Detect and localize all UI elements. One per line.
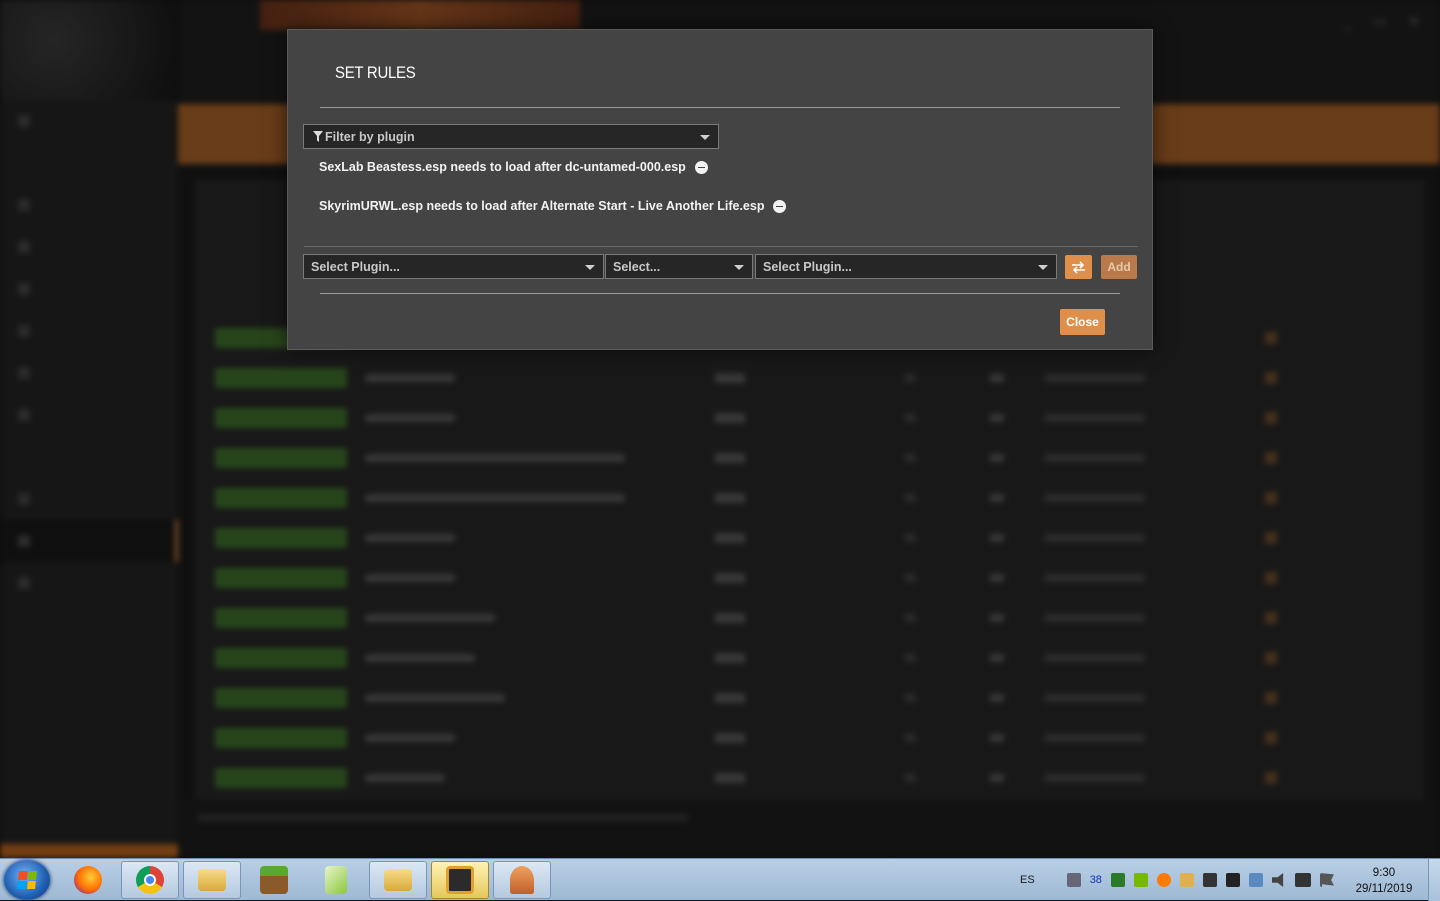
- nvidia-icon[interactable]: [1133, 873, 1148, 887]
- notepad-icon: [325, 866, 347, 894]
- action-center-flag-icon[interactable]: [1319, 873, 1334, 887]
- file-explorer-icon: [384, 869, 412, 891]
- chevron-down-icon: [734, 265, 744, 270]
- file-explorer-icon: [198, 869, 226, 891]
- filter-by-plugin-dropdown[interactable]: Filter by plugin: [303, 124, 719, 149]
- divider: [320, 293, 1120, 294]
- filter-placeholder: Filter by plugin: [325, 129, 415, 144]
- rule-item: SexLab Beastess.esp needs to load after …: [319, 160, 708, 174]
- chevron-down-icon: [700, 135, 710, 140]
- taskbar-minecraft[interactable]: [245, 861, 303, 899]
- divider: [320, 107, 1120, 108]
- cloud-tray-icon[interactable]: [1179, 873, 1194, 887]
- network-icon[interactable]: [1294, 873, 1311, 887]
- select-placeholder: Select...: [613, 259, 661, 274]
- taskbar-notepad[interactable]: [307, 861, 365, 899]
- monitor-tray-icon[interactable]: [1110, 873, 1125, 887]
- app-tray-icon[interactable]: [1248, 873, 1263, 887]
- taskbar-firefox[interactable]: [59, 861, 117, 899]
- taskbar-chrome[interactable]: [121, 861, 179, 899]
- swap-plugins-button[interactable]: [1065, 255, 1092, 279]
- taskbar-tornado-app[interactable]: [493, 861, 551, 899]
- volume-icon[interactable]: [1271, 873, 1284, 887]
- rule-text: SkyrimURWL.esp needs to load after Alter…: [319, 199, 765, 213]
- avast-icon[interactable]: [1156, 873, 1171, 887]
- chevron-down-icon: [585, 265, 595, 270]
- chrome-icon: [136, 866, 164, 894]
- taskbar-file-explorer[interactable]: [183, 861, 241, 899]
- mod-manager-icon: [446, 866, 474, 894]
- tray-badge[interactable]: 38: [1090, 874, 1102, 886]
- select-placeholder: Select Plugin...: [763, 259, 852, 274]
- rule-text: SexLab Beastess.esp needs to load after …: [319, 160, 686, 174]
- language-indicator[interactable]: ES: [1020, 874, 1035, 886]
- filter-icon: [313, 131, 323, 142]
- firefox-icon: [74, 866, 102, 894]
- taskbar-clock[interactable]: 9:30 29/11/2019: [1348, 865, 1420, 897]
- system-tray: ES 38: [1020, 859, 1334, 901]
- minus-circle-icon[interactable]: [773, 199, 787, 213]
- dialog-title: SET RULES: [335, 63, 416, 82]
- taskbar: ES 38 9:30 29/11/2019: [0, 858, 1440, 901]
- chevron-down-icon: [1038, 265, 1048, 270]
- clock-date: 29/11/2019: [1355, 883, 1413, 895]
- windows-logo-icon: [17, 871, 37, 889]
- start-button[interactable]: [4, 860, 50, 900]
- add-rule-button[interactable]: Add: [1101, 255, 1137, 279]
- set-rules-dialog: SET RULES Filter by plugin SexLab Beaste…: [287, 29, 1153, 350]
- divider: [304, 246, 1138, 247]
- select-placeholder: Select Plugin...: [311, 259, 400, 274]
- taskbar-mod-manager[interactable]: [431, 861, 489, 899]
- close-button[interactable]: Close: [1060, 309, 1105, 335]
- swap-arrows-icon: [1072, 260, 1085, 274]
- minus-circle-icon[interactable]: [694, 160, 708, 174]
- taskbar-file-explorer-2[interactable]: [369, 861, 427, 899]
- rule-item: SkyrimURWL.esp needs to load after Alter…: [319, 199, 787, 213]
- select-source-plugin-dropdown[interactable]: Select Plugin...: [303, 254, 604, 279]
- minecraft-icon: [260, 866, 288, 894]
- select-rule-type-dropdown[interactable]: Select...: [605, 254, 753, 279]
- show-desktop-button[interactable]: [1428, 859, 1440, 901]
- cursor-tray-icon[interactable]: [1066, 873, 1081, 887]
- tornado-app-icon: [510, 866, 534, 894]
- usb-tray-icon[interactable]: [1202, 873, 1217, 887]
- clock-time: 9:30: [1372, 867, 1396, 879]
- select-target-plugin-dropdown[interactable]: Select Plugin...: [755, 254, 1057, 279]
- bird-tray-icon[interactable]: [1225, 873, 1240, 887]
